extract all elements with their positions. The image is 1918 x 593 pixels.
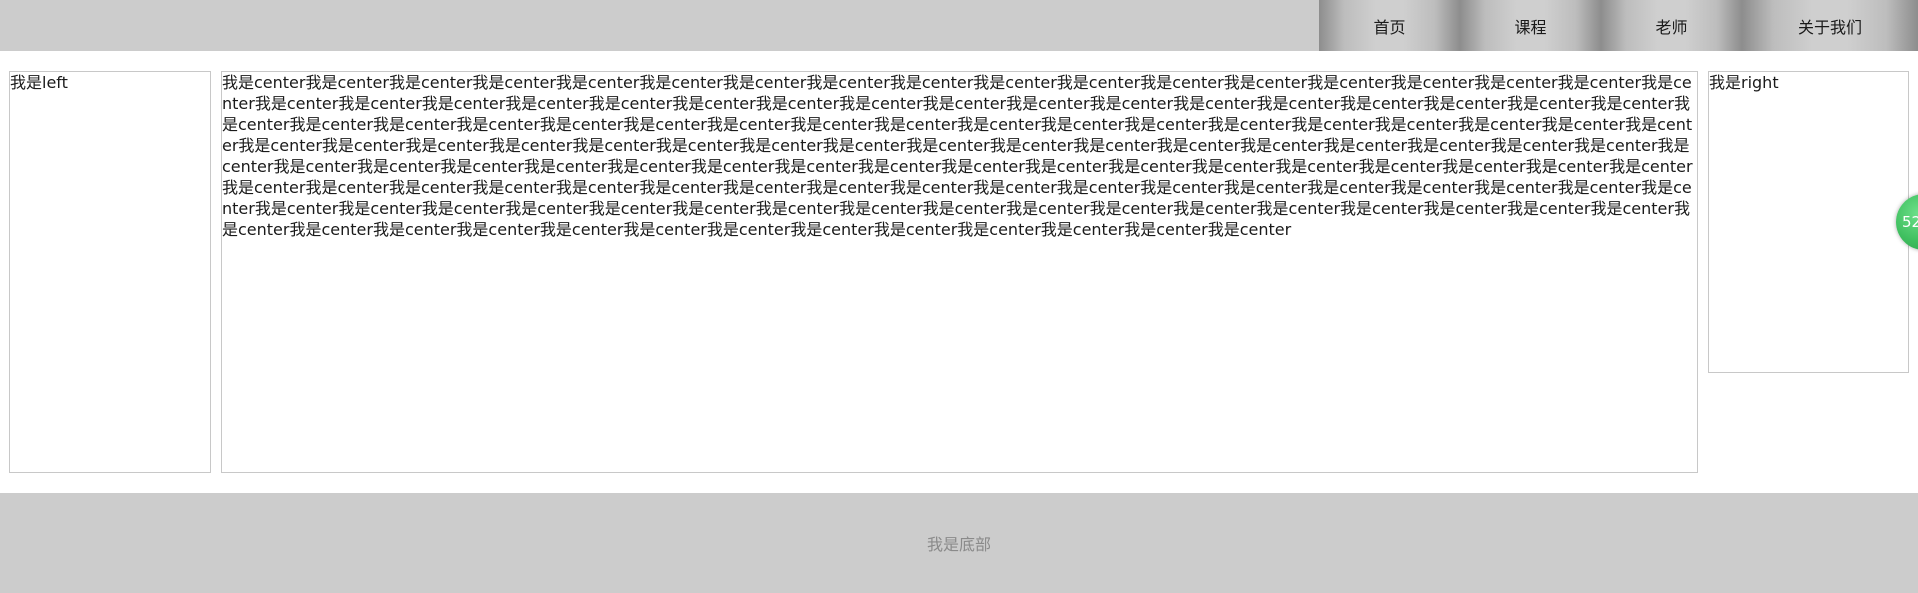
main-nav: 首页 课程 老师 关于我们 <box>1319 0 1918 51</box>
nav-item-about-us[interactable]: 关于我们 <box>1742 0 1918 51</box>
nav-item-courses[interactable]: 课程 <box>1460 0 1601 51</box>
badge-count: 52 <box>1902 213 1918 231</box>
nav-item-teachers[interactable]: 老师 <box>1601 0 1742 51</box>
nav-item-home[interactable]: 首页 <box>1319 0 1460 51</box>
right-panel: 我是right <box>1708 71 1909 373</box>
footer: 我是底部 <box>0 493 1918 593</box>
center-panel: 我是center我是center我是center我是center我是center… <box>221 71 1698 473</box>
footer-text: 我是底部 <box>926 535 991 554</box>
left-panel: 我是left <box>9 71 211 473</box>
header-bar: 首页 课程 老师 关于我们 <box>0 0 1918 51</box>
